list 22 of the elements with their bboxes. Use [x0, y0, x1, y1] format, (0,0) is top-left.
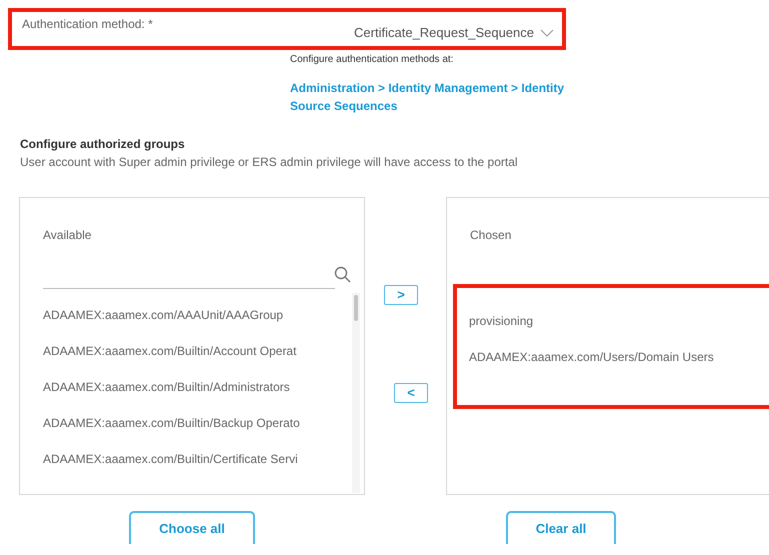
list-title: Available: [43, 228, 92, 242]
group-list-item[interactable]: ADAAMEX:aaamex.com/AAAUnit/AAAGroup: [43, 308, 353, 322]
scrollbar[interactable]: [352, 293, 360, 493]
list-title: Chosen: [470, 228, 512, 242]
field-label: Authentication method: *: [22, 17, 153, 31]
settings-link[interactable]: Administration > Identity Management > Identity Source Sequences: [290, 79, 570, 115]
clear-all-button[interactable]: Clear all: [506, 511, 616, 544]
group-list-item[interactable]: ADAAMEX:aaamex.com/Builtin/Certificate Servi: [43, 452, 353, 466]
group-list-item[interactable]: ADAAMEX:aaamex.com/Users/Domain Users: [469, 350, 769, 364]
section-description: User account with Super admin privilege or ERS admin privilege will have access to the portal: [20, 155, 519, 169]
group-list-item[interactable]: ADAAMEX:aaamex.com/Builtin/Account Operat: [43, 344, 353, 358]
help-text: Configure authentication methods at:: [290, 54, 454, 65]
chevron-icon: [540, 28, 554, 36]
search-icon: [334, 266, 351, 283]
move-button[interactable]: <: [394, 383, 428, 403]
group-list-item[interactable]: ADAAMEX:aaamex.com/Builtin/Backup Operato: [43, 416, 353, 430]
method-dropdown[interactable]: Certificate_Request_Sequence: [354, 25, 554, 40]
move-button[interactable]: >: [384, 285, 418, 305]
group-list-item[interactable]: ADAAMEX:aaamex.com/Builtin/Administrators: [43, 380, 353, 394]
group-list-item[interactable]: provisioning: [469, 314, 769, 328]
choose-all-button[interactable]: Choose all: [129, 511, 255, 544]
section-title: Configure authorized groups: [20, 137, 186, 151]
